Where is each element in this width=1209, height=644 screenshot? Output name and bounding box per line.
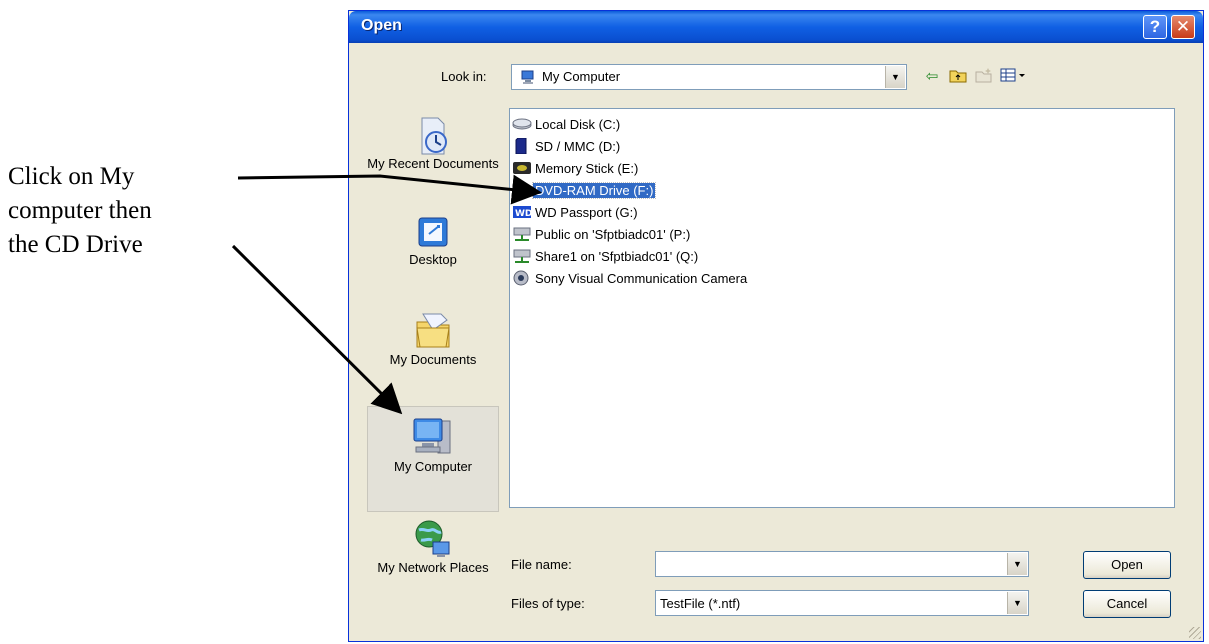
arrow-to-my-computer bbox=[231, 244, 403, 415]
arrow-to-dvd-drive bbox=[237, 174, 542, 205]
annotation-arrows bbox=[231, 174, 542, 415]
